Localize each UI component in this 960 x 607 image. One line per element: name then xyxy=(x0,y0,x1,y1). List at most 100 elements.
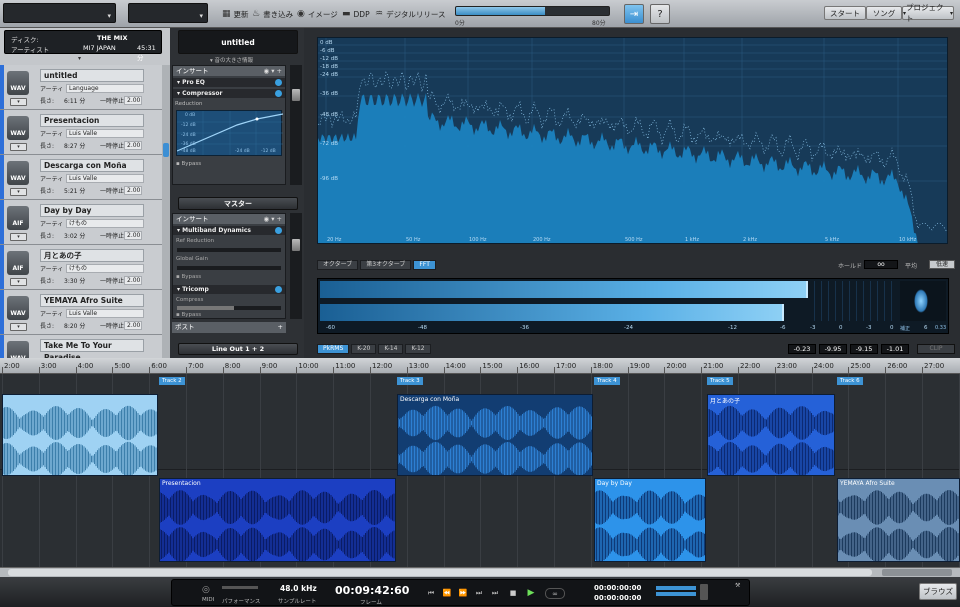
plugin-pro-eq[interactable]: ▾ Pro EQ xyxy=(173,78,285,87)
help-button[interactable]: ? xyxy=(650,4,670,24)
mode-pkrms[interactable]: PkRMS xyxy=(317,344,350,354)
loop-start-display[interactable]: 00:00:00:00 xyxy=(594,584,641,592)
timeline-ruler[interactable]: 2:00 3:00 4:00 5:00 6:00 7:00 8:00 9:00 10:00 11:… xyxy=(0,358,960,374)
track-item[interactable]: WAV ▾ untitled アーティ Language 長さ: 6:11 分 一時停止 2.0… xyxy=(0,65,162,110)
power-icon[interactable] xyxy=(275,90,282,97)
power-icon[interactable] xyxy=(275,227,282,234)
loop-icon[interactable]: ∞ xyxy=(545,588,565,599)
fast-forward-icon[interactable]: ⏩ xyxy=(457,588,469,599)
tab-third-octave[interactable]: 第3オクターブ xyxy=(360,260,412,270)
track-item[interactable]: AIF ▾ Day by Day アーティ けもの 長さ: 3:02 分 一時停止 2.00 xyxy=(0,200,162,245)
mode-k12[interactable]: K-12 xyxy=(405,344,431,354)
collapse-arrow-icon[interactable]: ▾ xyxy=(78,55,81,62)
return-to-zero-icon[interactable]: ⏮ xyxy=(425,588,437,599)
track-list-scrollbar[interactable] xyxy=(162,65,170,358)
audio-clip[interactable]: 月とあの子 xyxy=(707,394,835,476)
arrangement-scrollbar[interactable] xyxy=(0,567,960,577)
audio-clip[interactable] xyxy=(2,394,158,476)
pause-field[interactable]: 2.00 xyxy=(124,276,142,285)
power-icon[interactable] xyxy=(275,286,282,293)
export-button[interactable]: ⇥ xyxy=(624,4,644,24)
compress-slider[interactable] xyxy=(177,306,281,310)
audio-clip[interactable]: Day by Day xyxy=(594,478,706,562)
output-selector[interactable]: Line Out 1 + 2 xyxy=(178,343,298,355)
pause-field[interactable]: 2.00 xyxy=(124,96,142,105)
track-title-field[interactable]: YEMAYA Afro Suite xyxy=(40,294,144,307)
mode-k20[interactable]: K-20 xyxy=(351,344,377,354)
add-insert-icon[interactable]: ◉ ▾ + xyxy=(263,214,282,224)
track-expand-button[interactable]: ▾ xyxy=(10,233,27,241)
pause-field[interactable]: 2.00 xyxy=(124,321,142,330)
time-display[interactable]: 00:09:42:60 xyxy=(335,584,409,597)
global-gain-slider[interactable] xyxy=(177,266,281,270)
track-expand-button[interactable]: ▾ xyxy=(10,323,27,331)
zoom-slider[interactable] xyxy=(882,569,952,576)
track-title-field[interactable]: 月とあの子 xyxy=(40,249,144,262)
track-marker[interactable]: Track 5 xyxy=(707,377,733,385)
digital-release-button[interactable]: ♒ デジタルリリース xyxy=(375,7,446,21)
clip-button[interactable]: CLIP xyxy=(917,344,955,354)
loop-end-display[interactable]: 00:00:00:00 xyxy=(594,594,641,602)
master-button[interactable]: マスター xyxy=(178,197,298,210)
pause-field[interactable]: 2.00 xyxy=(124,141,142,150)
hold-value[interactable]: oo xyxy=(864,260,898,269)
track-marker[interactable]: Track 3 xyxy=(397,377,423,385)
volume-fader[interactable] xyxy=(700,584,708,600)
bypass-toggle[interactable]: ▪ Bypass xyxy=(173,310,285,320)
track-expand-button[interactable]: ▾ xyxy=(10,188,27,196)
track-title-field[interactable]: Day by Day xyxy=(40,204,144,217)
disc-title[interactable]: THE MIX xyxy=(97,34,127,42)
plugin-tricomp[interactable]: ▾ Tricomp xyxy=(173,285,285,294)
track-marker[interactable]: Track 6 xyxy=(837,377,863,385)
track-item[interactable]: WAV ▾ Presentacion アーティ Luis Valle 長さ: 8:27 分 一… xyxy=(0,110,162,155)
pause-field[interactable]: 2.00 xyxy=(124,186,142,195)
song-name-display[interactable]: untitled xyxy=(178,30,298,54)
bypass-toggle[interactable]: ▪ Bypass xyxy=(173,156,285,172)
add-post-icon[interactable]: + xyxy=(278,322,283,333)
mode-k14[interactable]: K-14 xyxy=(378,344,404,354)
next-marker-icon[interactable]: ⏭ xyxy=(489,588,501,599)
stop-icon[interactable]: ■ xyxy=(507,588,519,599)
tab-octave[interactable]: オクターブ xyxy=(317,260,359,270)
master-insert-fader[interactable] xyxy=(290,213,302,319)
play-icon[interactable]: ▶ xyxy=(525,588,537,599)
track-item[interactable]: WAV ▾ YEMAYA Afro Suite アーティ Luis Valle 長さ: 8:… xyxy=(0,290,162,335)
track-artist-field[interactable]: Luis Valle xyxy=(66,129,144,138)
track-marker[interactable]: Track 2 xyxy=(159,377,185,385)
write-button[interactable]: ♨ 書き込み xyxy=(252,7,293,21)
track-artist-field[interactable]: Luis Valle xyxy=(66,174,144,183)
update-button[interactable]: ▦ 更新 xyxy=(222,7,249,21)
song-insert-fader[interactable] xyxy=(290,65,302,185)
audio-clip[interactable]: YEMAYA Afro Suite xyxy=(837,478,960,562)
track-item[interactable]: AIF ▾ 月とあの子 アーティ けもの 長さ: 3:30 分 一時停止 2.00 xyxy=(0,245,162,290)
browse-button[interactable]: ブラウズ xyxy=(919,583,957,600)
add-insert-icon[interactable]: ◉ ▾ + xyxy=(263,66,282,76)
start-button[interactable]: スタート xyxy=(824,6,866,20)
track-marker[interactable]: Track 4 xyxy=(594,377,620,385)
project-button[interactable]: ▾ プロジェクト ▾ xyxy=(902,3,954,23)
disc-dropdown[interactable]: ▾ xyxy=(3,3,116,23)
track-artist-field[interactable]: Luis Valle xyxy=(66,309,144,318)
size-info-toggle[interactable]: ▾ 音の大きさ情報 xyxy=(210,56,253,64)
image-button[interactable]: ◉ イメージ xyxy=(297,7,338,21)
avg-value[interactable]: 低速 xyxy=(929,260,955,269)
bypass-toggle[interactable]: ▪ Bypass xyxy=(173,271,285,283)
view-dropdown[interactable]: ▾ xyxy=(128,3,208,23)
track-artist-field[interactable]: けもの xyxy=(66,219,144,228)
metronome-icon[interactable]: ⚒ xyxy=(735,582,740,589)
track-expand-button[interactable]: ▾ xyxy=(10,278,27,286)
go-to-end-icon[interactable]: ⏭ xyxy=(473,588,485,599)
audio-clip[interactable]: Presentacion xyxy=(159,478,396,562)
audio-clip[interactable]: Descarga con Moña xyxy=(397,394,593,476)
power-icon[interactable] xyxy=(275,79,282,86)
rewind-icon[interactable]: ⏪ xyxy=(441,588,453,599)
tab-fft[interactable]: FFT xyxy=(413,260,436,270)
track-title-field[interactable]: Presentacion xyxy=(40,114,144,127)
track-expand-button[interactable]: ▾ xyxy=(10,143,27,151)
track-artist-field[interactable]: けもの xyxy=(66,264,144,273)
track-title-field[interactable]: Descarga con Moña xyxy=(40,159,144,172)
track-item[interactable]: WAV ▾ Descarga con Moña アーティ Luis Valle 長さ: 5:… xyxy=(0,155,162,200)
song-button[interactable]: ソング xyxy=(866,6,902,20)
pause-field[interactable]: 2.00 xyxy=(124,231,142,240)
plugin-compressor[interactable]: ▾ Compressor xyxy=(173,89,285,98)
